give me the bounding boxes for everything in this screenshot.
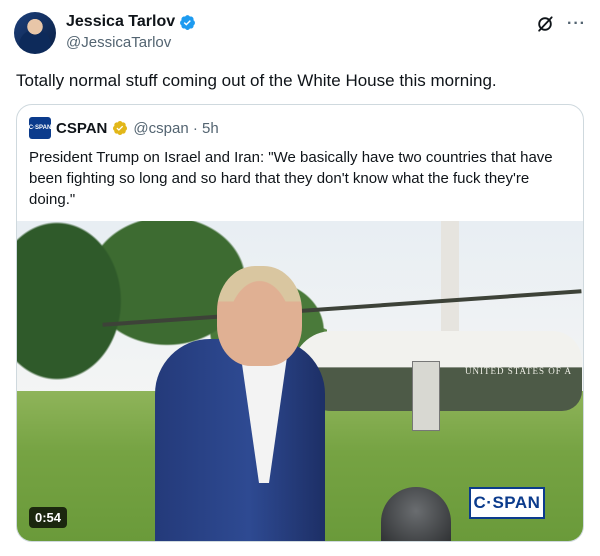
- quoted-tweet-text: President Trump on Israel and Iran: "We …: [29, 149, 553, 208]
- quoted-handle-time[interactable]: @cspan · 5h: [133, 120, 218, 137]
- quoted-tweet[interactable]: C·SPAN CSPAN @cspan · 5h President Trump…: [16, 104, 584, 542]
- video-duration: 0:54: [29, 507, 68, 528]
- person-head: [217, 266, 302, 366]
- verified-badge-icon: [180, 14, 196, 30]
- cspan-avatar[interactable]: C·SPAN: [29, 117, 51, 139]
- gold-verified-badge-icon: [113, 121, 128, 135]
- author-name[interactable]: Jessica Tarlov: [66, 13, 175, 31]
- author-handle[interactable]: @JessicaTarlov: [66, 34, 196, 51]
- quoted-author-name[interactable]: CSPAN: [56, 120, 107, 137]
- post-text: Totally normal stuff coming out of the W…: [16, 71, 497, 90]
- slash-circle-icon[interactable]: [535, 14, 555, 34]
- quoted-tweet-header: C·SPAN CSPAN @cspan · 5h: [29, 117, 219, 139]
- helicopter-stairs: [412, 361, 440, 431]
- video-player[interactable]: UNITED STATES OF A 0:54 C·SPAN: [17, 221, 583, 541]
- video-monument: [441, 221, 459, 331]
- author-name-row[interactable]: Jessica Tarlov: [66, 13, 196, 31]
- top-actions: ···: [535, 14, 586, 34]
- author-avatar[interactable]: [14, 12, 56, 54]
- person-body: [155, 339, 325, 541]
- more-options-icon[interactable]: ···: [567, 15, 586, 33]
- cspan-watermark: C·SPAN: [469, 487, 545, 519]
- tweet: Jessica Tarlov @JessicaTarlov ··· Totall…: [0, 0, 600, 556]
- author-info: Jessica Tarlov @JessicaTarlov: [66, 13, 196, 51]
- helicopter-lettering: UNITED STATES OF A: [465, 366, 573, 376]
